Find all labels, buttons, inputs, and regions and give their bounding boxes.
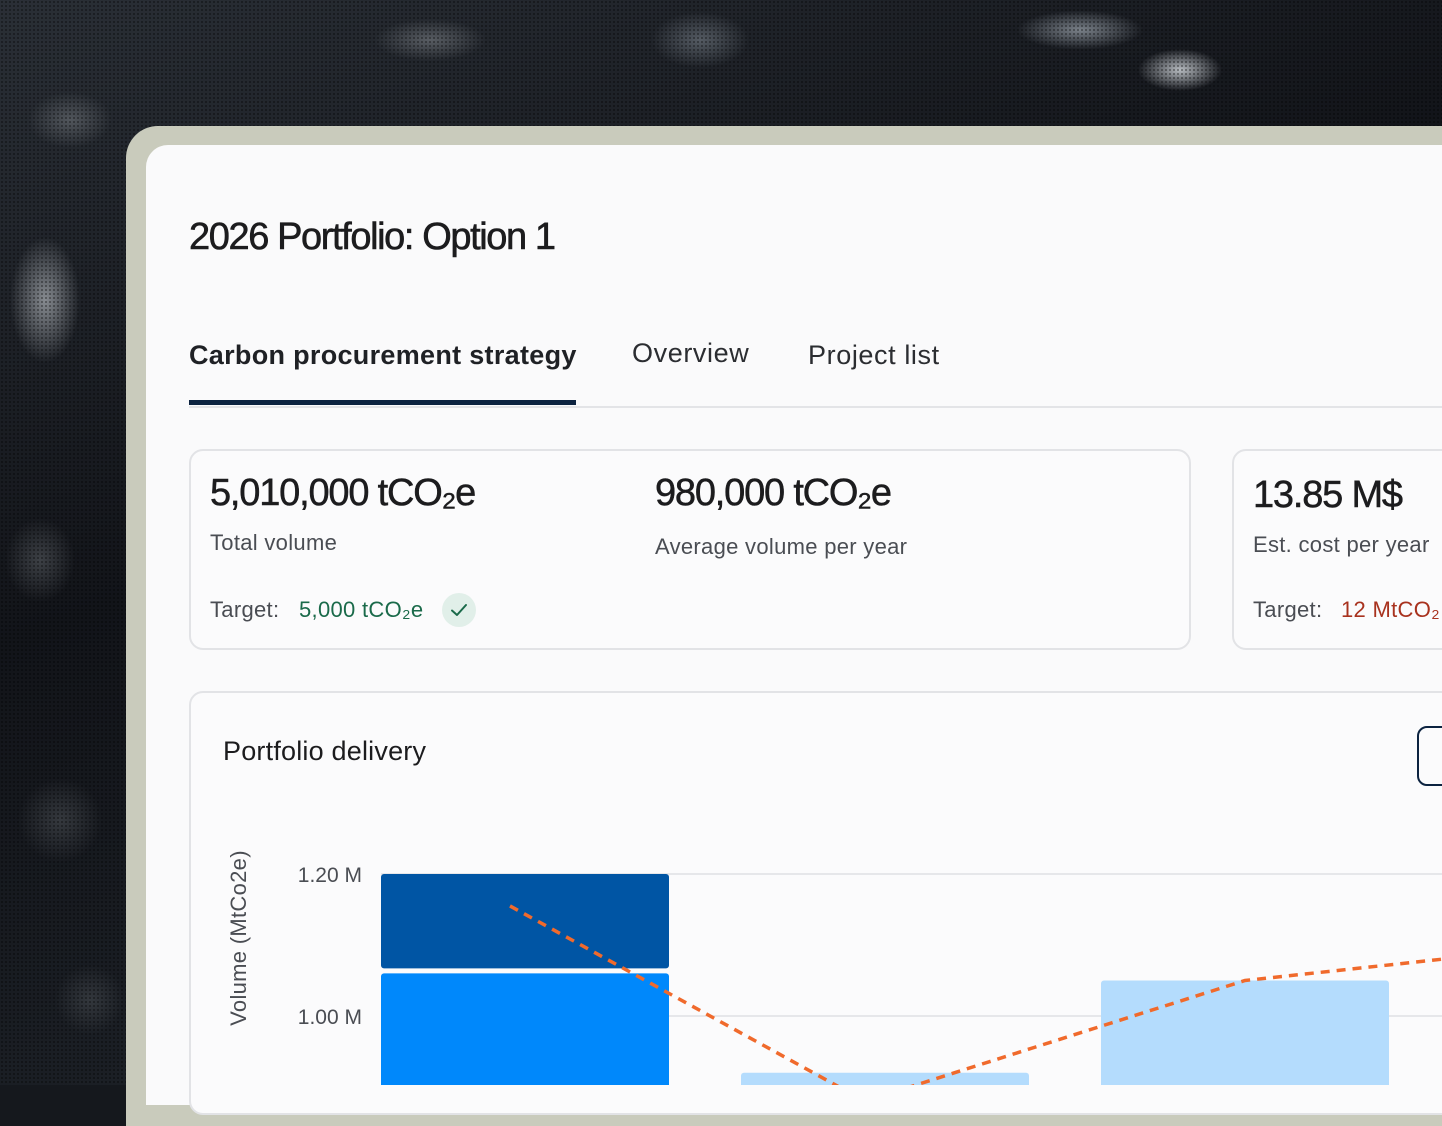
bar-segment	[741, 1072, 1029, 1085]
y-tick-label: 1.00 M	[298, 1006, 362, 1029]
bar-segment	[381, 973, 669, 1085]
bar-segment	[1101, 980, 1389, 1085]
y-tick-label: 1.20 M	[298, 864, 362, 887]
bar-segment	[381, 874, 669, 969]
portfolio-delivery-chart: 1.20 M 1.00 M	[298, 864, 1442, 1085]
